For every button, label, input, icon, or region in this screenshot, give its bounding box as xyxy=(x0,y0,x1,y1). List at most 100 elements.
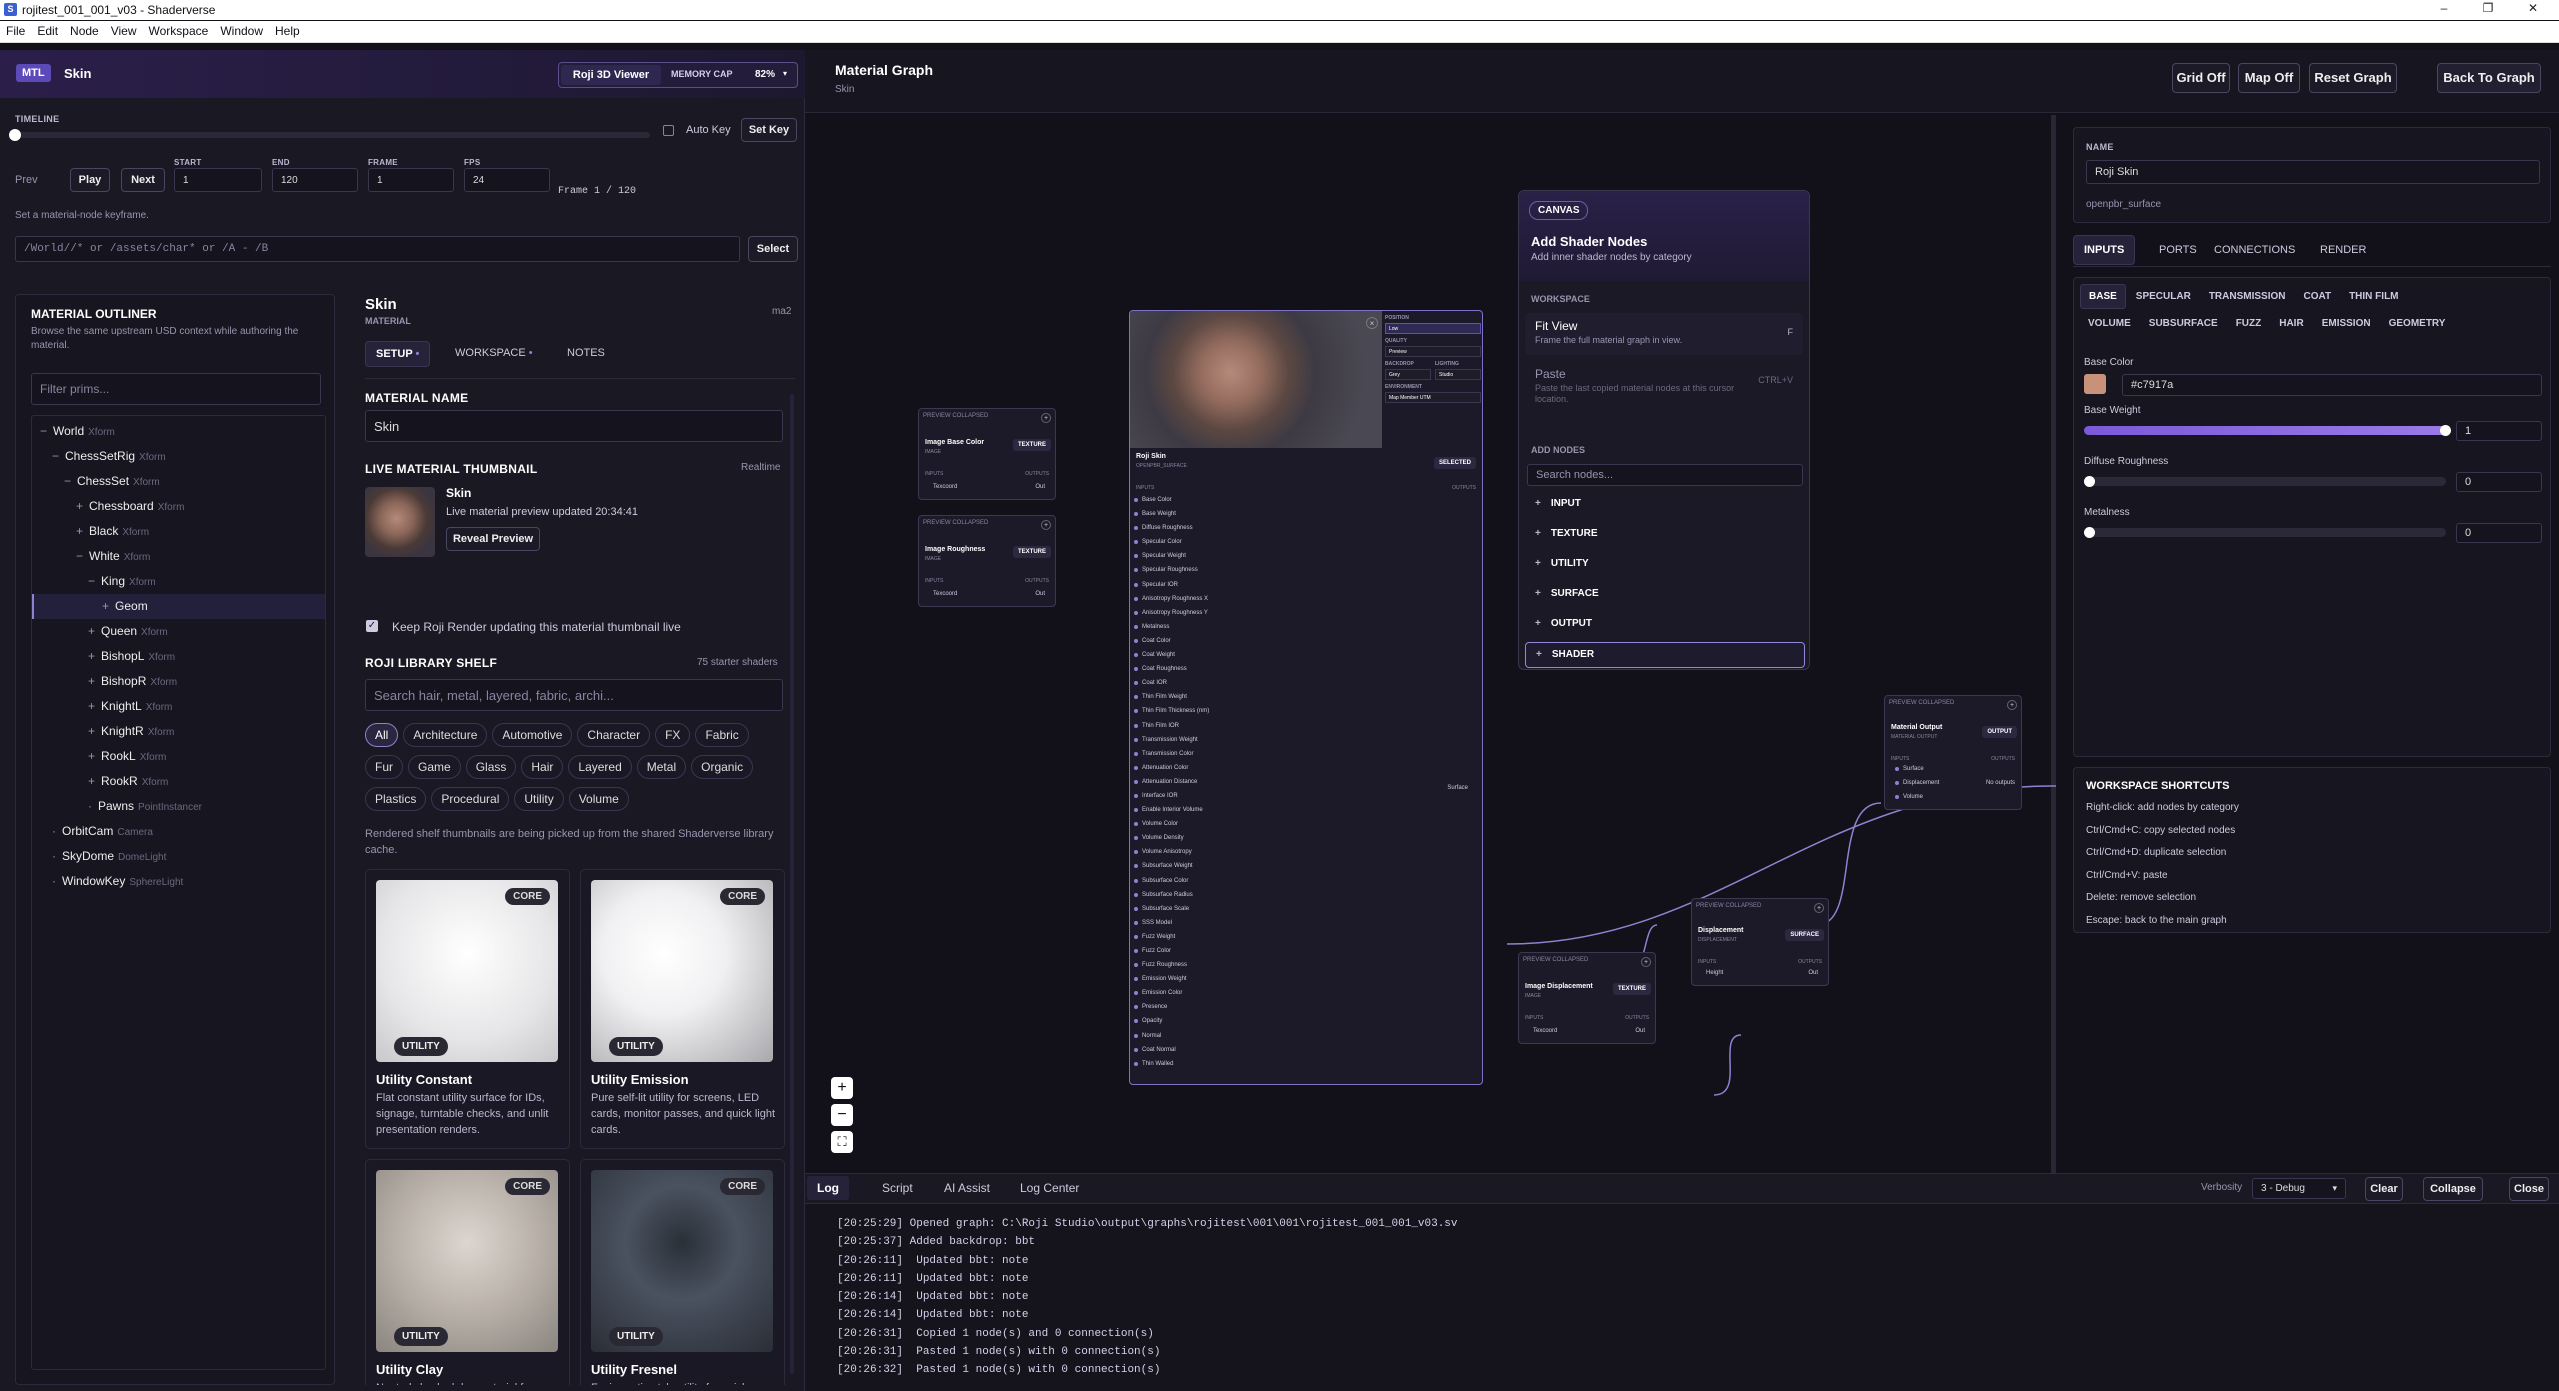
slider-track[interactable] xyxy=(2084,476,2446,487)
menu-category-utility[interactable]: + UTILITY xyxy=(1525,552,1805,578)
menu-edit[interactable]: Edit xyxy=(31,21,64,38)
tree-item[interactable]: · WindowKey SphereLight xyxy=(32,869,325,894)
slider-handle[interactable] xyxy=(2084,527,2095,538)
shelf-chip[interactable]: Volume xyxy=(568,787,629,811)
tree-item[interactable]: − World Xform xyxy=(32,419,325,444)
timeline-track[interactable] xyxy=(9,129,650,141)
shelf-chip[interactable]: Game xyxy=(408,755,461,779)
shelf-card[interactable]: UTILITY CORE Utility Constant Flat constant… xyxy=(365,869,570,1149)
inspector-tab-render[interactable]: RENDER xyxy=(2310,236,2376,264)
node-input-port[interactable]: Emission Weight xyxy=(1130,972,1330,986)
tree-toggle-icon[interactable]: − xyxy=(76,549,83,563)
shelf-chip[interactable]: Architecture xyxy=(403,723,488,747)
node-name-input[interactable]: Roji Skin xyxy=(2086,160,2540,184)
tree-toggle-icon[interactable]: − xyxy=(40,424,47,438)
subtab-subsurface[interactable]: SUBSURFACE xyxy=(2141,312,2226,335)
node-input-port[interactable]: Anisotropy Roughness X xyxy=(1130,592,1330,606)
zoom-in-button[interactable]: + xyxy=(831,1077,853,1099)
graph-canvas[interactable]: PREVIEW COLLAPSED + Image Base Color IMA… xyxy=(821,115,2056,1220)
tree-toggle-icon[interactable]: + xyxy=(88,749,95,763)
tree-item[interactable]: · SkyDome DomeLight xyxy=(32,844,325,869)
node-input-port[interactable]: Normal xyxy=(1130,1029,1330,1043)
tab-notes[interactable]: NOTES xyxy=(567,347,605,359)
node-input-port[interactable]: Subsurface Weight xyxy=(1130,859,1330,873)
material-name-input[interactable]: Skin xyxy=(365,410,783,442)
shelf-chip[interactable]: Hair xyxy=(521,755,564,779)
menu-category-output[interactable]: + OUTPUT xyxy=(1525,612,1805,638)
tree-toggle-icon[interactable]: · xyxy=(52,824,56,838)
set-key-button[interactable]: Set Key xyxy=(741,118,797,142)
fps-field[interactable]: 24 xyxy=(464,168,550,192)
memory-cap-value[interactable]: 82% xyxy=(755,69,775,80)
tree-toggle-icon[interactable]: + xyxy=(88,774,95,788)
slider-value-input[interactable]: 0 xyxy=(2456,523,2542,543)
node-input-port[interactable]: Attenuation Color xyxy=(1130,761,1330,775)
shelf-chip[interactable]: Glass xyxy=(465,755,517,779)
shelf-card[interactable]: UTILITY CORE Utility Clay Neutral clay look… xyxy=(365,1159,570,1385)
shelf-card[interactable]: UTILITY CORE Utility Fresnel Facing-ratio s… xyxy=(580,1159,785,1385)
backdrop-select[interactable]: Grey xyxy=(1385,369,1431,380)
map-off-button[interactable]: Map Off xyxy=(2238,63,2300,93)
zoom-out-button[interactable]: − xyxy=(831,1104,853,1126)
tree-toggle-icon[interactable]: + xyxy=(88,724,95,738)
node-input-port[interactable]: Diffuse Roughness xyxy=(1130,521,1330,535)
node-input-port[interactable]: Presence xyxy=(1130,1000,1330,1014)
shelf-card[interactable]: UTILITY CORE Utility Emission Pure self-lit… xyxy=(580,869,785,1149)
node-material-output[interactable]: PREVIEW COLLAPSED + Material Output MATE… xyxy=(1884,695,2022,810)
node-input-port[interactable]: Metalness xyxy=(1130,620,1330,634)
node-input-port[interactable]: Subsurface Scale xyxy=(1130,902,1330,916)
node-image-displacement[interactable]: PREVIEW COLLAPSED + Image Displacement I… xyxy=(1518,952,1656,1044)
node-input-port[interactable]: Interface IOR xyxy=(1130,789,1330,803)
node-input-port[interactable]: Specular Roughness xyxy=(1130,563,1330,577)
prev-button[interactable]: Prev xyxy=(15,174,38,186)
select-button[interactable]: Select xyxy=(748,236,798,262)
node-input-port[interactable]: Coat Color xyxy=(1130,634,1330,648)
tree-item[interactable]: + KnightL Xform xyxy=(32,694,325,719)
tree-toggle-icon[interactable]: · xyxy=(52,849,56,863)
subtab-geometry[interactable]: GEOMETRY xyxy=(2381,312,2454,335)
position-select[interactable]: Low xyxy=(1385,323,1481,334)
minimize-button[interactable]: – xyxy=(2424,1,2464,19)
menu-file[interactable]: File xyxy=(0,21,31,38)
tree-toggle-icon[interactable]: + xyxy=(88,699,95,713)
tree-toggle-icon[interactable]: − xyxy=(52,449,59,463)
maximize-button[interactable]: ❐ xyxy=(2468,1,2508,19)
node-input-port[interactable]: Volume Density xyxy=(1130,831,1330,845)
node-input-port[interactable]: Coat Normal xyxy=(1130,1043,1330,1057)
node-input-port[interactable]: Specular IOR xyxy=(1130,578,1330,592)
inspector-tab-connections[interactable]: CONNECTIONS xyxy=(2204,236,2305,264)
node-input-port[interactable]: Anisotropy Roughness Y xyxy=(1130,606,1330,620)
subtab-emission[interactable]: EMISSION xyxy=(2314,312,2379,335)
tree-toggle-icon[interactable]: − xyxy=(88,574,95,588)
reset-graph-button[interactable]: Reset Graph xyxy=(2309,63,2397,93)
shelf-chip[interactable]: Layered xyxy=(568,755,632,779)
inspector-tab-ports[interactable]: PORTS xyxy=(2149,236,2207,264)
tree-item[interactable]: − King Xform xyxy=(32,569,325,594)
node-input-port[interactable]: SSS Model xyxy=(1130,916,1330,930)
node-input-port[interactable]: Thin Film Thickness (nm) xyxy=(1130,704,1330,718)
environment-select[interactable]: Map Member UTM xyxy=(1385,392,1481,403)
node-image-base-color[interactable]: PREVIEW COLLAPSED + Image Base Color IMA… xyxy=(918,408,1056,500)
node-image-roughness[interactable]: PREVIEW COLLAPSED + Image Roughness IMAG… xyxy=(918,515,1056,607)
base-color-hex-input[interactable]: #c7917a xyxy=(2122,374,2542,396)
start-field[interactable]: 1 xyxy=(174,168,262,192)
subtab-thin-film[interactable]: THIN FILM xyxy=(2341,285,2406,308)
log-clear-button[interactable]: Clear xyxy=(2365,1177,2403,1201)
next-button[interactable]: Next xyxy=(121,168,165,192)
menu-category-input[interactable]: + INPUT xyxy=(1525,492,1805,518)
play-button[interactable]: Play xyxy=(70,168,110,192)
slider-track[interactable] xyxy=(2084,527,2446,538)
close-window-button[interactable]: ✕ xyxy=(2513,1,2553,19)
node-input-port[interactable]: Thin Film IOR xyxy=(1130,719,1330,733)
tree-toggle-icon[interactable]: + xyxy=(76,524,83,538)
keep-live-checkbox[interactable]: ✓ xyxy=(366,620,378,632)
search-nodes-input[interactable]: Search nodes... xyxy=(1527,464,1803,486)
tree-toggle-icon[interactable]: + xyxy=(76,499,83,513)
shelf-chip[interactable]: Procedural xyxy=(431,787,510,811)
tree-toggle-icon[interactable]: − xyxy=(64,474,71,488)
subtab-specular[interactable]: SPECULAR xyxy=(2128,285,2199,308)
log-tab-script[interactable]: Script xyxy=(882,1181,913,1195)
slider-track[interactable] xyxy=(2084,425,2451,436)
lighting-select[interactable]: Studio xyxy=(1435,369,1481,380)
slider-value-input[interactable]: 0 xyxy=(2456,472,2542,492)
